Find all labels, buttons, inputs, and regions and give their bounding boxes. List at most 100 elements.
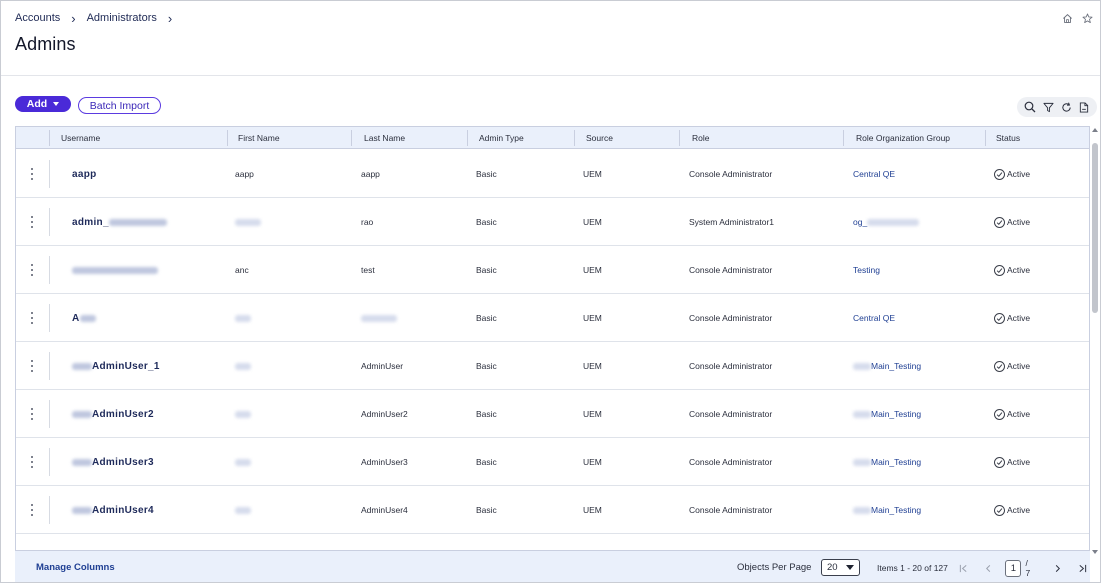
row-actions-icon[interactable]	[29, 408, 35, 420]
manage-columns-link[interactable]: Manage Columns	[36, 562, 115, 573]
home-icon[interactable]	[1060, 11, 1074, 25]
grid-footer: Manage Columns Objects Per Page 20 Items…	[15, 550, 1091, 582]
first-page-icon[interactable]	[955, 559, 972, 577]
username-link[interactable]: AdminUser_1	[92, 361, 160, 372]
breadcrumb: Accounts › Administrators ›	[15, 10, 183, 26]
row-actions-icon[interactable]	[29, 264, 35, 276]
redacted-text	[853, 410, 871, 418]
last-name: AdminUser3	[361, 457, 408, 467]
role: Console Administrator	[689, 457, 773, 467]
row-actions-icon[interactable]	[29, 456, 35, 468]
status-label: Active	[1007, 361, 1031, 371]
username-link[interactable]: admin_	[72, 217, 109, 228]
redacted-text	[72, 410, 92, 418]
check-circle-icon	[994, 504, 1005, 516]
username-link[interactable]: AdminUser3	[92, 457, 154, 468]
column-header-admin-type[interactable]: Admin Type	[472, 127, 524, 149]
caret-down-icon	[53, 102, 60, 106]
column-header-source[interactable]: Source	[579, 127, 613, 149]
objects-per-page-select[interactable]: 20	[821, 559, 860, 576]
table-row[interactable]: anc test Basic UEM Console Administrator…	[16, 246, 1089, 294]
refresh-icon[interactable]	[1060, 101, 1073, 114]
role: Console Administrator	[689, 265, 773, 275]
batch-import-button[interactable]: Batch Import	[78, 97, 161, 114]
scroll-down-icon[interactable]	[1092, 550, 1098, 554]
previous-page-icon[interactable]	[980, 559, 997, 577]
admin-type: Basic	[476, 313, 497, 323]
username-link[interactable]: A	[72, 313, 80, 324]
add-button-label: Add	[26, 98, 48, 110]
status-badge: Active	[994, 198, 1030, 246]
org-group-link[interactable]: Central QE	[853, 313, 895, 323]
table-row[interactable]: aapp aapp aapp Basic UEM Console Adminis…	[16, 150, 1089, 198]
status-label: Active	[1007, 217, 1031, 227]
redacted-text	[235, 218, 261, 226]
table-row[interactable]: AdminUser3 AdminUser3 Basic UEM Console …	[16, 438, 1089, 486]
column-header-username[interactable]: Username	[54, 127, 100, 149]
row-actions-icon[interactable]	[29, 216, 35, 228]
last-page-icon[interactable]	[1074, 559, 1091, 577]
role: Console Administrator	[689, 169, 773, 179]
filter-icon[interactable]	[1042, 101, 1055, 114]
vertical-scrollbar[interactable]	[1091, 126, 1099, 554]
column-header-last-name[interactable]: Last Name	[357, 127, 405, 149]
org-group-link[interactable]: Main_Testing	[871, 457, 921, 467]
column-divider	[227, 130, 228, 146]
row-actions-icon[interactable]	[29, 312, 35, 324]
table-row[interactable]: A Basic UEM Console Administrator Centra…	[16, 294, 1089, 342]
redacted-text	[867, 218, 920, 226]
table-row[interactable]: admin_ rao Basic UEM System Administrato…	[16, 198, 1089, 246]
column-header-status[interactable]: Status	[989, 127, 1020, 149]
org-group-link[interactable]: Main_Testing	[871, 409, 921, 419]
username-link[interactable]: AdminUser4	[92, 505, 154, 516]
org-group-link[interactable]: Main_Testing	[871, 505, 921, 515]
search-icon[interactable]	[1024, 101, 1037, 114]
source: UEM	[583, 169, 602, 179]
breadcrumb-administrators[interactable]: Administrators	[87, 12, 157, 24]
source: UEM	[583, 457, 602, 467]
breadcrumb-accounts[interactable]: Accounts	[15, 12, 60, 24]
scroll-up-icon[interactable]	[1092, 128, 1098, 132]
add-button[interactable]: Add	[15, 96, 71, 112]
redacted-text	[853, 362, 871, 370]
source: UEM	[583, 361, 602, 371]
username-link[interactable]: aapp	[72, 169, 97, 180]
star-icon[interactable]	[1080, 11, 1094, 25]
org-group-link[interactable]: Testing	[853, 265, 880, 275]
table-row[interactable]: AdminUser2 AdminUser2 Basic UEM Console …	[16, 390, 1089, 438]
row-actions-icon[interactable]	[29, 168, 35, 180]
table-row[interactable]: AdminUser4 AdminUser4 Basic UEM Console …	[16, 486, 1089, 534]
check-circle-icon	[994, 360, 1005, 372]
scrollbar-thumb[interactable]	[1092, 143, 1098, 313]
row-divider	[49, 208, 50, 236]
check-circle-icon	[994, 168, 1005, 180]
admin-type: Basic	[476, 505, 497, 515]
org-group-link[interactable]: og_	[853, 217, 867, 227]
admins-grid: Username First Name Last Name Admin Type…	[15, 126, 1090, 582]
redacted-text	[79, 314, 96, 322]
row-divider	[49, 352, 50, 380]
table-row[interactable]: AdminUser_1 AdminUser Basic UEM Console …	[16, 342, 1089, 390]
org-group-link[interactable]: Central QE	[853, 169, 895, 179]
page-number-input[interactable]: 1	[1005, 559, 1022, 577]
column-header-role[interactable]: Role	[685, 127, 709, 149]
redacted-text	[361, 314, 397, 322]
row-actions-icon[interactable]	[29, 360, 35, 372]
chevron-right-icon: ›	[71, 10, 76, 26]
first-name: anc	[235, 265, 249, 275]
column-header-role-org-group[interactable]: Role Organization Group	[849, 127, 950, 149]
org-group-link[interactable]: Main_Testing	[871, 361, 921, 371]
status-badge: Active	[994, 150, 1030, 198]
role: Console Administrator	[689, 313, 773, 323]
next-page-icon[interactable]	[1048, 559, 1065, 577]
export-icon[interactable]	[1078, 101, 1091, 114]
redacted-text	[72, 266, 158, 274]
admin-type: Basic	[476, 265, 497, 275]
column-header-first-name[interactable]: First Name	[231, 127, 280, 149]
status-badge: Active	[994, 486, 1030, 534]
username-link[interactable]: AdminUser2	[92, 409, 154, 420]
row-actions-icon[interactable]	[29, 504, 35, 516]
page-title: Admins	[15, 34, 76, 54]
row-divider	[49, 304, 50, 332]
grid-toolbar	[1017, 97, 1097, 117]
